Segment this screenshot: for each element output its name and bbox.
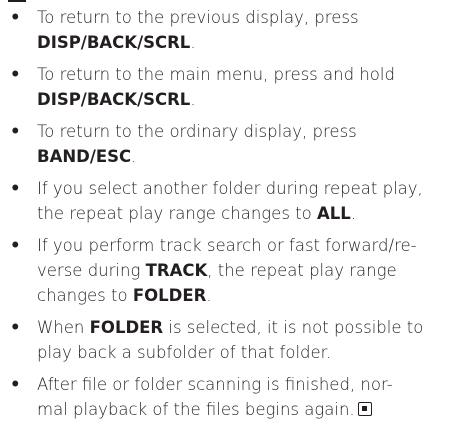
bullet-item: • To return to the main menu, press and h…: [0, 62, 455, 112]
body-text: .: [190, 33, 196, 52]
body-text: .: [206, 286, 212, 305]
bullet-icon: •: [10, 8, 21, 27]
bold-term: BAND/ESC: [37, 147, 132, 166]
bullet-item: • If you perform track search or fast for…: [0, 233, 455, 308]
body-text: To return to the main menu, press and ho…: [37, 65, 395, 84]
body-text: play back a subfolder of that folder.: [37, 343, 332, 362]
body-text: After file or folder scanning is finishe…: [37, 375, 393, 394]
body-text: .: [131, 147, 137, 166]
body-text: , the repeat play range: [207, 261, 397, 280]
body-text: is selected, it is not possible to: [163, 318, 424, 337]
body-text: .: [350, 204, 357, 223]
bold-term: DISP/BACK/SCRL: [37, 90, 191, 109]
bold-term: FOLDER: [132, 286, 207, 305]
bullet-icon: •: [10, 179, 21, 198]
body-text: changes to: [37, 286, 133, 305]
top-rule: [8, 0, 26, 2]
bullet-icon: •: [10, 65, 21, 84]
bullet-item: • When FOLDER is selected, it is not poss…: [0, 315, 455, 365]
bullet-icon: •: [10, 318, 21, 337]
bullet-item: • To return to the previous display, pres…: [0, 5, 455, 55]
bullet-list: • To return to the previous display, pres…: [0, 5, 455, 429]
body-text: To return to the ordinary display, press: [37, 122, 357, 141]
bold-term: FOLDER: [89, 318, 164, 337]
bullet-icon: •: [10, 122, 21, 141]
bullet-item: • After file or folder scanning is finish…: [0, 372, 455, 422]
body-text: the repeat play range changes to: [37, 204, 317, 223]
body-text: verse during: [37, 261, 146, 280]
body-text: .: [190, 90, 196, 109]
bullet-icon: •: [10, 236, 21, 255]
body-text: If you perform track search or fast forw…: [37, 236, 417, 255]
body-text: When: [37, 318, 90, 337]
body-text: If you select another folder during repe…: [37, 179, 423, 198]
bold-term: DISP/BACK/SCRL: [37, 33, 191, 52]
end-of-section-icon: [357, 402, 372, 416]
bold-term: TRACK: [145, 261, 208, 280]
bullet-item: • To return to the ordinary display, pres…: [0, 119, 455, 169]
body-text: To return to the previous display, press: [37, 8, 359, 27]
bullet-item: • If you select another folder during rep…: [0, 176, 455, 226]
bold-term: ALL: [316, 204, 351, 223]
bullet-icon: •: [10, 375, 21, 394]
body-text: mal playback of the files begins again.: [37, 400, 355, 419]
